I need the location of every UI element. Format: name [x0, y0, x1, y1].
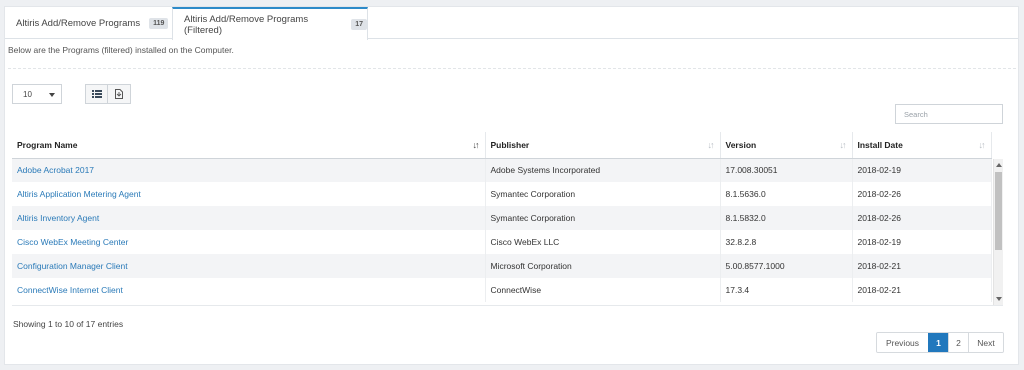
sort-ascending-icon: ↓↑ [472, 140, 480, 150]
search-input[interactable] [895, 104, 1003, 124]
tab-count-badge: 17 [351, 19, 367, 30]
program-name-link[interactable]: Adobe Acrobat 2017 [12, 158, 486, 182]
page-2-button[interactable]: 2 [948, 333, 968, 352]
tab-bar: Altiris Add/Remove Programs 119 Altiris … [5, 7, 1018, 40]
tab-add-remove-programs-filtered[interactable]: Altiris Add/Remove Programs (Filtered) 1… [172, 7, 368, 40]
programs-table: Program Name ↓↑ Publisher ↓↑ Version ↓↑ … [12, 132, 992, 302]
section-description: Below are the Programs (filtered) instal… [8, 45, 234, 55]
page-size-select[interactable]: 10 [12, 84, 62, 104]
column-header-publisher[interactable]: Publisher ↓↑ [485, 132, 721, 159]
install-date-cell: 2018-02-19 [852, 230, 992, 254]
publisher-cell: ConnectWise [485, 278, 721, 302]
column-label: Program Name [17, 139, 78, 150]
divider [8, 68, 1016, 69]
scroll-down-arrow-icon[interactable] [996, 297, 1002, 301]
table-row: Altiris Inventory Agent Symantec Corpora… [12, 206, 992, 230]
publisher-cell: Microsoft Corporation [485, 254, 721, 278]
install-date-cell: 2018-02-26 [852, 206, 992, 230]
table-header-row: Program Name ↓↑ Publisher ↓↑ Version ↓↑ … [12, 132, 992, 159]
table-row: Configuration Manager Client Microsoft C… [12, 254, 992, 278]
version-cell: 32.8.2.8 [720, 230, 853, 254]
previous-page-button[interactable]: Previous [877, 333, 928, 352]
version-cell: 17.3.4 [720, 278, 853, 302]
page-1-button[interactable]: 1 [928, 333, 948, 352]
tab-count-badge: 119 [149, 17, 169, 29]
table-row: Altiris Application Metering Agent Syman… [12, 182, 992, 206]
next-page-button[interactable]: Next [968, 333, 1003, 352]
version-cell: 8.1.5832.0 [720, 206, 853, 230]
sort-icon: ↓↑ [839, 140, 847, 150]
column-label: Version [725, 139, 757, 150]
install-date-cell: 2018-02-21 [852, 278, 992, 302]
column-header-install-date[interactable]: Install Date ↓↑ [852, 132, 992, 159]
tab-add-remove-programs[interactable]: Altiris Add/Remove Programs 119 [5, 7, 170, 39]
scrollbar-thumb[interactable] [995, 172, 1002, 250]
scroll-up-arrow-icon[interactable] [996, 163, 1002, 167]
page-size-value: 10 [23, 90, 32, 99]
column-header-program-name[interactable]: Program Name ↓↑ [12, 132, 486, 159]
programs-table-container: Program Name ↓↑ Publisher ↓↑ Version ↓↑ … [12, 132, 1003, 306]
list-icon [91, 90, 102, 98]
tab-label: Altiris Add/Remove Programs (Filtered) [184, 13, 309, 36]
view-button-group [85, 84, 131, 104]
program-name-link[interactable]: Altiris Inventory Agent [12, 206, 486, 230]
chevron-down-icon [49, 93, 55, 97]
program-name-link[interactable]: Altiris Application Metering Agent [12, 182, 486, 206]
version-cell: 5.00.8577.1000 [720, 254, 853, 278]
table-row: Adobe Acrobat 2017 Adobe Systems Incorpo… [12, 158, 992, 182]
table-row: Cisco WebEx Meeting Center Cisco WebEx L… [12, 230, 992, 254]
version-cell: 17.008.30051 [720, 158, 853, 182]
table-row: ConnectWise Internet Client ConnectWise … [12, 278, 992, 302]
publisher-cell: Cisco WebEx LLC [485, 230, 721, 254]
column-label: Publisher [490, 139, 530, 150]
export-document-icon [115, 89, 123, 99]
install-date-cell: 2018-02-26 [852, 182, 992, 206]
publisher-cell: Symantec Corporation [485, 206, 721, 230]
sort-icon: ↓↑ [707, 140, 715, 150]
pagination: Previous 1 2 Next [876, 332, 1004, 353]
table-scrollbar[interactable] [993, 159, 1003, 305]
program-name-link[interactable]: Cisco WebEx Meeting Center [12, 230, 486, 254]
column-header-version[interactable]: Version ↓↑ [720, 132, 853, 159]
export-button[interactable] [108, 84, 131, 104]
install-date-cell: 2018-02-21 [852, 254, 992, 278]
publisher-cell: Adobe Systems Incorporated [485, 158, 721, 182]
program-name-link[interactable]: Configuration Manager Client [12, 254, 486, 278]
entries-info: Showing 1 to 10 of 17 entries [13, 319, 124, 329]
sort-icon: ↓↑ [978, 140, 986, 150]
list-view-button[interactable] [85, 84, 108, 104]
tab-label: Altiris Add/Remove Programs [16, 17, 141, 29]
program-name-link[interactable]: ConnectWise Internet Client [12, 278, 486, 302]
publisher-cell: Symantec Corporation [485, 182, 721, 206]
column-label: Install Date [857, 139, 903, 150]
install-date-cell: 2018-02-19 [852, 158, 992, 182]
version-cell: 8.1.5636.0 [720, 182, 853, 206]
